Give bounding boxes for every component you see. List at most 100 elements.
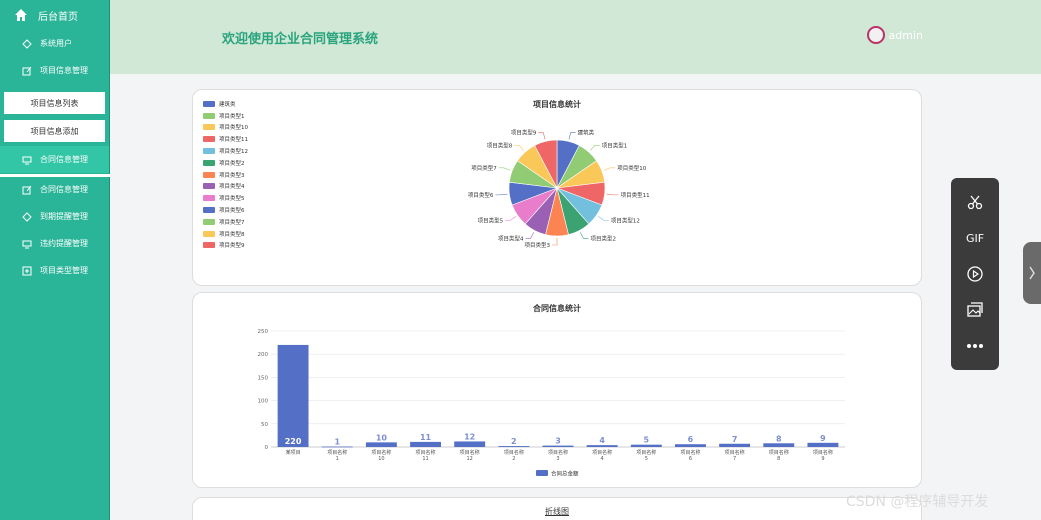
record-button[interactable] (951, 262, 999, 286)
user-menu[interactable]: admin (866, 26, 923, 44)
bar[interactable] (410, 441, 441, 447)
pie-label-line (579, 232, 589, 239)
bar-value-label: 2 (511, 437, 517, 446)
bar[interactable] (630, 444, 662, 447)
legend-swatch[interactable] (536, 470, 548, 476)
project-stats-card: 项目信息统计 建筑类 项目类型1 项目类型10 项目类型11 项目类型12 项目类型2 项目… (192, 89, 922, 286)
monitor-icon (22, 155, 32, 165)
more-button[interactable] (951, 334, 999, 358)
pie-label: 建筑类 (578, 129, 595, 137)
sidebar-item-label: 合同信息管理 (40, 185, 88, 194)
pie-label-line (606, 193, 619, 196)
username: admin (888, 28, 923, 42)
sidebar-item-expiry-reminder[interactable]: 到期提醒管理 (0, 203, 109, 230)
y-tick-label: 200 (258, 352, 269, 358)
bar[interactable] (763, 443, 795, 447)
bar-chart: 050100150200250220某项目1项目名称110项目名称1011项目名… (258, 329, 845, 478)
line-chart-title: 折线图 (545, 507, 569, 516)
x-tick-label: 5 (645, 456, 648, 462)
y-tick-label: 250 (258, 329, 269, 335)
play-circle-icon (967, 266, 983, 282)
sidebar-item-label: 项目类型管理 (40, 266, 88, 275)
square-icon (22, 266, 32, 276)
diamond-icon (22, 211, 32, 222)
sidebar-item-contract-management[interactable]: 合同信息管理 (0, 146, 109, 173)
sidebar-item-label: 系统用户 (40, 39, 72, 48)
bar-value-label: 11 (420, 433, 432, 442)
x-tick-label: 2 (512, 456, 515, 462)
x-tick-label: 1 (336, 456, 339, 462)
pie-label: 项目类型9 (511, 129, 537, 137)
image-button[interactable] (951, 298, 999, 322)
x-tick-label: 项目名称 (460, 449, 480, 456)
sidebar-item-contract-management-2[interactable]: 合同信息管理 (0, 176, 109, 203)
pie-label-line (552, 238, 558, 246)
x-tick-label: 12 (467, 456, 473, 462)
x-tick-label: 9 (821, 456, 824, 462)
expand-tab[interactable] (1023, 242, 1041, 304)
bar-value-label: 9 (820, 434, 826, 443)
bar[interactable] (277, 344, 309, 447)
gif-button[interactable]: GIF (951, 226, 999, 250)
x-tick-label: 项目名称 (327, 449, 347, 456)
sidebar-item-system-users[interactable]: 系统用户 (0, 30, 109, 57)
x-tick-label: 某项目 (286, 450, 301, 456)
bar[interactable] (807, 442, 839, 447)
pie-label-line (597, 216, 609, 221)
bar-value-label: 1 (334, 438, 340, 447)
x-tick-label: 项目名称 (416, 449, 436, 456)
bar-value-label: 12 (464, 432, 475, 441)
pie-label: 项目类型5 (478, 216, 504, 224)
y-tick-label: 100 (258, 399, 269, 405)
pie-label: 项目类型11 (621, 191, 650, 199)
bar[interactable] (321, 446, 353, 448)
bar[interactable] (454, 441, 486, 447)
sidebar-home[interactable]: 后台首页 (0, 0, 109, 30)
scissors-button[interactable] (951, 190, 999, 214)
x-tick-label: 项目名称 (813, 449, 833, 456)
bar-value-label: 7 (732, 435, 738, 444)
bar[interactable] (675, 444, 706, 447)
pie-label: 项目类型1 (602, 141, 628, 149)
x-tick-label: 项目名称 (769, 449, 789, 456)
bar[interactable] (542, 445, 574, 447)
sidebar-item-label: 项目信息管理 (40, 66, 88, 75)
sidebar-subitem-label: 项目信息列表 (30, 98, 79, 108)
x-tick-label: 项目名称 (725, 449, 745, 456)
bar[interactable] (586, 445, 618, 447)
pie-label-line (505, 216, 517, 221)
x-tick-label: 项目名称 (592, 449, 612, 456)
bar-value-label: 8 (776, 434, 782, 443)
bar-value-label: 220 (285, 437, 302, 446)
sidebar-item-project-management[interactable]: 项目信息管理 (0, 57, 109, 84)
x-tick-label: 项目名称 (548, 449, 568, 456)
bar[interactable] (719, 443, 751, 447)
y-tick-label: 150 (258, 375, 269, 381)
sidebar-subitem-project-list[interactable]: 项目信息列表 (4, 92, 105, 114)
scissors-icon (967, 195, 983, 210)
bar[interactable] (498, 446, 530, 447)
sidebar-subitem-project-add[interactable]: 项目信息添加 (4, 120, 105, 142)
watermark: CSDN @程序辅导开发 (846, 494, 989, 510)
pie-chart: 建筑类项目类型1项目类型10项目类型11项目类型12项目类型2项目类型3项目类型… (468, 129, 650, 249)
more-icon (967, 344, 983, 348)
pie-label: 项目类型2 (590, 234, 616, 242)
bar[interactable] (365, 442, 397, 447)
image-icon (967, 302, 983, 317)
sidebar-home-label: 后台首页 (38, 11, 78, 23)
y-tick-label: 50 (261, 422, 268, 428)
x-tick-label: 11 (422, 456, 428, 462)
home-icon (15, 9, 27, 21)
x-tick-label: 项目名称 (636, 449, 656, 456)
sidebar-item-breach-reminder[interactable]: 违约提醒管理 (0, 230, 109, 257)
pie-label-line (525, 232, 535, 239)
x-tick-label: 8 (777, 456, 780, 462)
pie-label-line (589, 145, 600, 151)
gif-label: GIF (965, 231, 985, 245)
pie-label-line (603, 167, 616, 171)
sidebar-item-project-type[interactable]: 项目类型管理 (0, 257, 109, 284)
legend-label[interactable]: 合同总金额 (551, 470, 579, 478)
sidebar-subitem-label: 项目信息添加 (30, 126, 79, 136)
bar-value-label: 4 (599, 436, 605, 445)
x-tick-label: 项目名称 (504, 449, 524, 456)
